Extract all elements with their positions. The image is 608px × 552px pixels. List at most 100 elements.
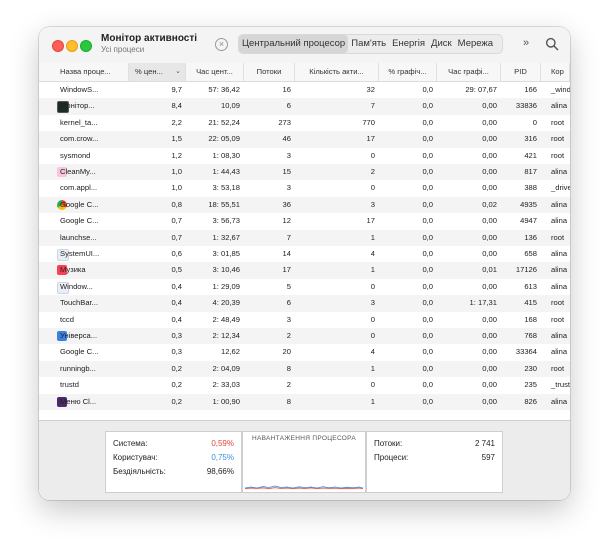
cell-wake: 0 <box>370 380 375 390</box>
cell-user: alina <box>551 216 568 226</box>
app-subtitle[interactable]: Усі процеси <box>101 45 144 54</box>
table-row[interactable]: Google C... 0,3 12,62 20 4 0,0 0,00 33364 alina <box>39 344 570 360</box>
table-row[interactable]: runningb... 0,2 2: 04,09 8 1 0,0 0,00 230 root <box>39 360 570 378</box>
cell-wake: 3 <box>370 298 375 308</box>
cell-wake: 7 <box>370 101 375 111</box>
cell-time: 2: 48,49 <box>212 314 240 324</box>
cell-wake: 17 <box>366 216 375 226</box>
table-row[interactable]: Меню Cl... 0,2 1: 00,90 8 1 0,0 0,00 826 alina <box>39 393 570 410</box>
column-header-gputime[interactable]: Час графі... <box>437 63 501 81</box>
column-header-user[interactable]: Кор <box>541 63 570 81</box>
cell-pid: 136 <box>524 232 537 242</box>
table-row[interactable]: trustd 0,2 2: 33,03 2 0 0,0 0,00 235 _trust <box>39 377 570 393</box>
table-row[interactable]: sysmond 1,2 1: 08,30 3 0 0,0 0,00 421 root <box>39 148 570 164</box>
table-row[interactable]: Google C... 0,8 18: 55,51 36 3 0,0 0,02 4935 ali… <box>39 196 570 214</box>
cell-name: Window... <box>60 281 93 291</box>
cell-time: 1: 08,30 <box>212 150 240 160</box>
cell-cpu: 0,2 <box>171 380 182 390</box>
column-header-time[interactable]: Час цент... <box>186 63 244 81</box>
tab-2[interactable]: Енергія <box>389 35 428 53</box>
cell-cpu: 0,6 <box>171 249 182 258</box>
search-icon[interactable] <box>545 37 559 51</box>
cell-pid: 33364 <box>515 347 537 357</box>
cell-name: trustd <box>60 380 79 390</box>
column-header-name[interactable]: Назва проце... <box>39 63 129 81</box>
cell-gpu: 0,0 <box>422 298 433 308</box>
cell-gputime: 0,01 <box>482 265 497 275</box>
cell-gputime: 0,00 <box>482 183 497 193</box>
cell-cpu: 0,3 <box>171 331 182 340</box>
cell-gpu: 0,0 <box>422 167 433 176</box>
table-row[interactable]: Музика 0,5 3: 10,46 17 1 0,0 0,01 17126 alina <box>39 262 570 279</box>
idle-label: Бездіяльність: <box>113 467 166 476</box>
threads-processes-panel: Потоки: 2 741 Процеси: 597 <box>366 431 503 493</box>
cell-threads: 15 <box>282 167 291 176</box>
cell-threads: 2 <box>286 380 291 390</box>
cell-threads: 46 <box>282 134 291 144</box>
column-header-label: Назва проце... <box>60 67 111 76</box>
cell-threads: 2 <box>286 331 291 340</box>
table-row[interactable]: CleanMy... 1,0 1: 44,43 15 2 0,0 0,00 817 alina <box>39 164 570 181</box>
table-row[interactable]: Google C... 0,7 3: 56,73 12 17 0,0 0,00 4947 ali… <box>39 213 570 229</box>
cell-threads: 14 <box>282 249 291 258</box>
table-row[interactable]: Універса... 0,3 2: 12,34 2 0 0,0 0,00 768 alina <box>39 328 570 345</box>
column-header-wake[interactable]: Кількість акти... <box>295 63 379 81</box>
cell-user: alina <box>551 396 568 406</box>
cell-user: alina <box>551 331 568 340</box>
cell-wake: 4 <box>370 249 375 258</box>
close-window-button[interactable] <box>52 40 64 52</box>
tab-1[interactable]: Пам'ять <box>348 35 389 53</box>
tab-4[interactable]: Мережа <box>455 35 496 53</box>
cpu-usage-panel: Система: 0,59% Користувач: 0,75% Бездіял… <box>105 431 242 493</box>
table-row[interactable]: com.appl... 1,0 3: 53,18 3 0 0,0 0,00 388 _drive <box>39 180 570 196</box>
processes-value: 597 <box>481 453 495 462</box>
table-row[interactable]: TouchBar... 0,4 4: 20,39 6 3 0,0 1: 17,31 415 ro… <box>39 295 570 312</box>
cell-cpu: 1,5 <box>171 134 182 144</box>
user-label: Користувач: <box>113 453 158 462</box>
cell-user: root <box>551 117 565 127</box>
column-header-cpu[interactable]: % цен... ⌄ <box>129 63 186 81</box>
cell-pid: 4947 <box>520 216 537 226</box>
cell-user: root <box>551 134 565 144</box>
table-row[interactable]: Монітор... 8,4 10,09 6 7 0,0 0,00 33836 alina <box>39 98 570 115</box>
cell-gpu: 0,0 <box>422 331 433 340</box>
tab-0[interactable]: Центральний процесор <box>239 35 349 53</box>
column-header-threads[interactable]: Потоки <box>244 63 295 81</box>
cell-pid: 316 <box>524 134 537 144</box>
cell-wake: 4 <box>370 347 375 357</box>
cell-threads: 12 <box>282 216 291 226</box>
table-row[interactable]: WindowS... 9,7 57: 36,42 16 32 0,0 29: 07,67 16… <box>39 82 570 98</box>
more-tabs-button[interactable]: » <box>523 37 529 49</box>
table-row[interactable]: Window... 0,4 1: 29,09 5 0 0,0 0,00 613 alina <box>39 279 570 295</box>
tab-3[interactable]: Диск <box>428 35 455 53</box>
stop-process-button[interactable]: × <box>215 38 228 51</box>
table-row[interactable]: launchse... 0,7 1: 32,67 7 1 0,0 0,00 136 root <box>39 229 570 246</box>
column-header-label: % графіч... <box>388 67 427 76</box>
cell-name: Google C... <box>60 216 99 226</box>
zoom-window-button[interactable] <box>80 40 92 52</box>
table-row[interactable]: kernel_ta... 2,2 21: 52,24 273 770 0,0 0,00 0 ro… <box>39 115 570 131</box>
minimize-window-button[interactable] <box>66 40 78 52</box>
cell-gputime: 0,00 <box>482 363 497 373</box>
cell-user: _drive <box>551 183 570 193</box>
cell-cpu: 0,3 <box>171 347 182 357</box>
table-row[interactable]: com.crow... 1,5 22: 05,09 46 17 0,0 0,00 316 roo… <box>39 131 570 148</box>
cell-time: 4: 20,39 <box>212 298 240 308</box>
cell-name: com.appl... <box>60 183 98 193</box>
cell-time: 3: 01,85 <box>212 249 240 258</box>
cell-wake: 0 <box>370 331 375 340</box>
cell-wake: 0 <box>370 314 375 324</box>
cell-cpu: 9,7 <box>171 85 182 94</box>
table-row[interactable]: tccd 0,4 2: 48,49 3 0 0,0 0,00 168 root <box>39 312 570 328</box>
cell-gpu: 0,0 <box>422 199 433 209</box>
title-bar: Монітор активності Усі процеси × Централ… <box>39 27 570 64</box>
cell-user: alina <box>551 347 568 357</box>
cell-cpu: 0,2 <box>171 396 182 406</box>
table-row[interactable]: SystemUI... 0,6 3: 01,85 14 4 0,0 0,00 658 alina <box>39 246 570 262</box>
column-header-pid[interactable]: PID <box>501 63 541 81</box>
cell-name: sysmond <box>60 150 91 160</box>
cell-user: root <box>551 314 565 324</box>
sort-descending-icon: ⌄ <box>175 68 181 75</box>
cpu-load-graph <box>245 485 363 490</box>
column-header-gpu[interactable]: % графіч... <box>379 63 437 81</box>
